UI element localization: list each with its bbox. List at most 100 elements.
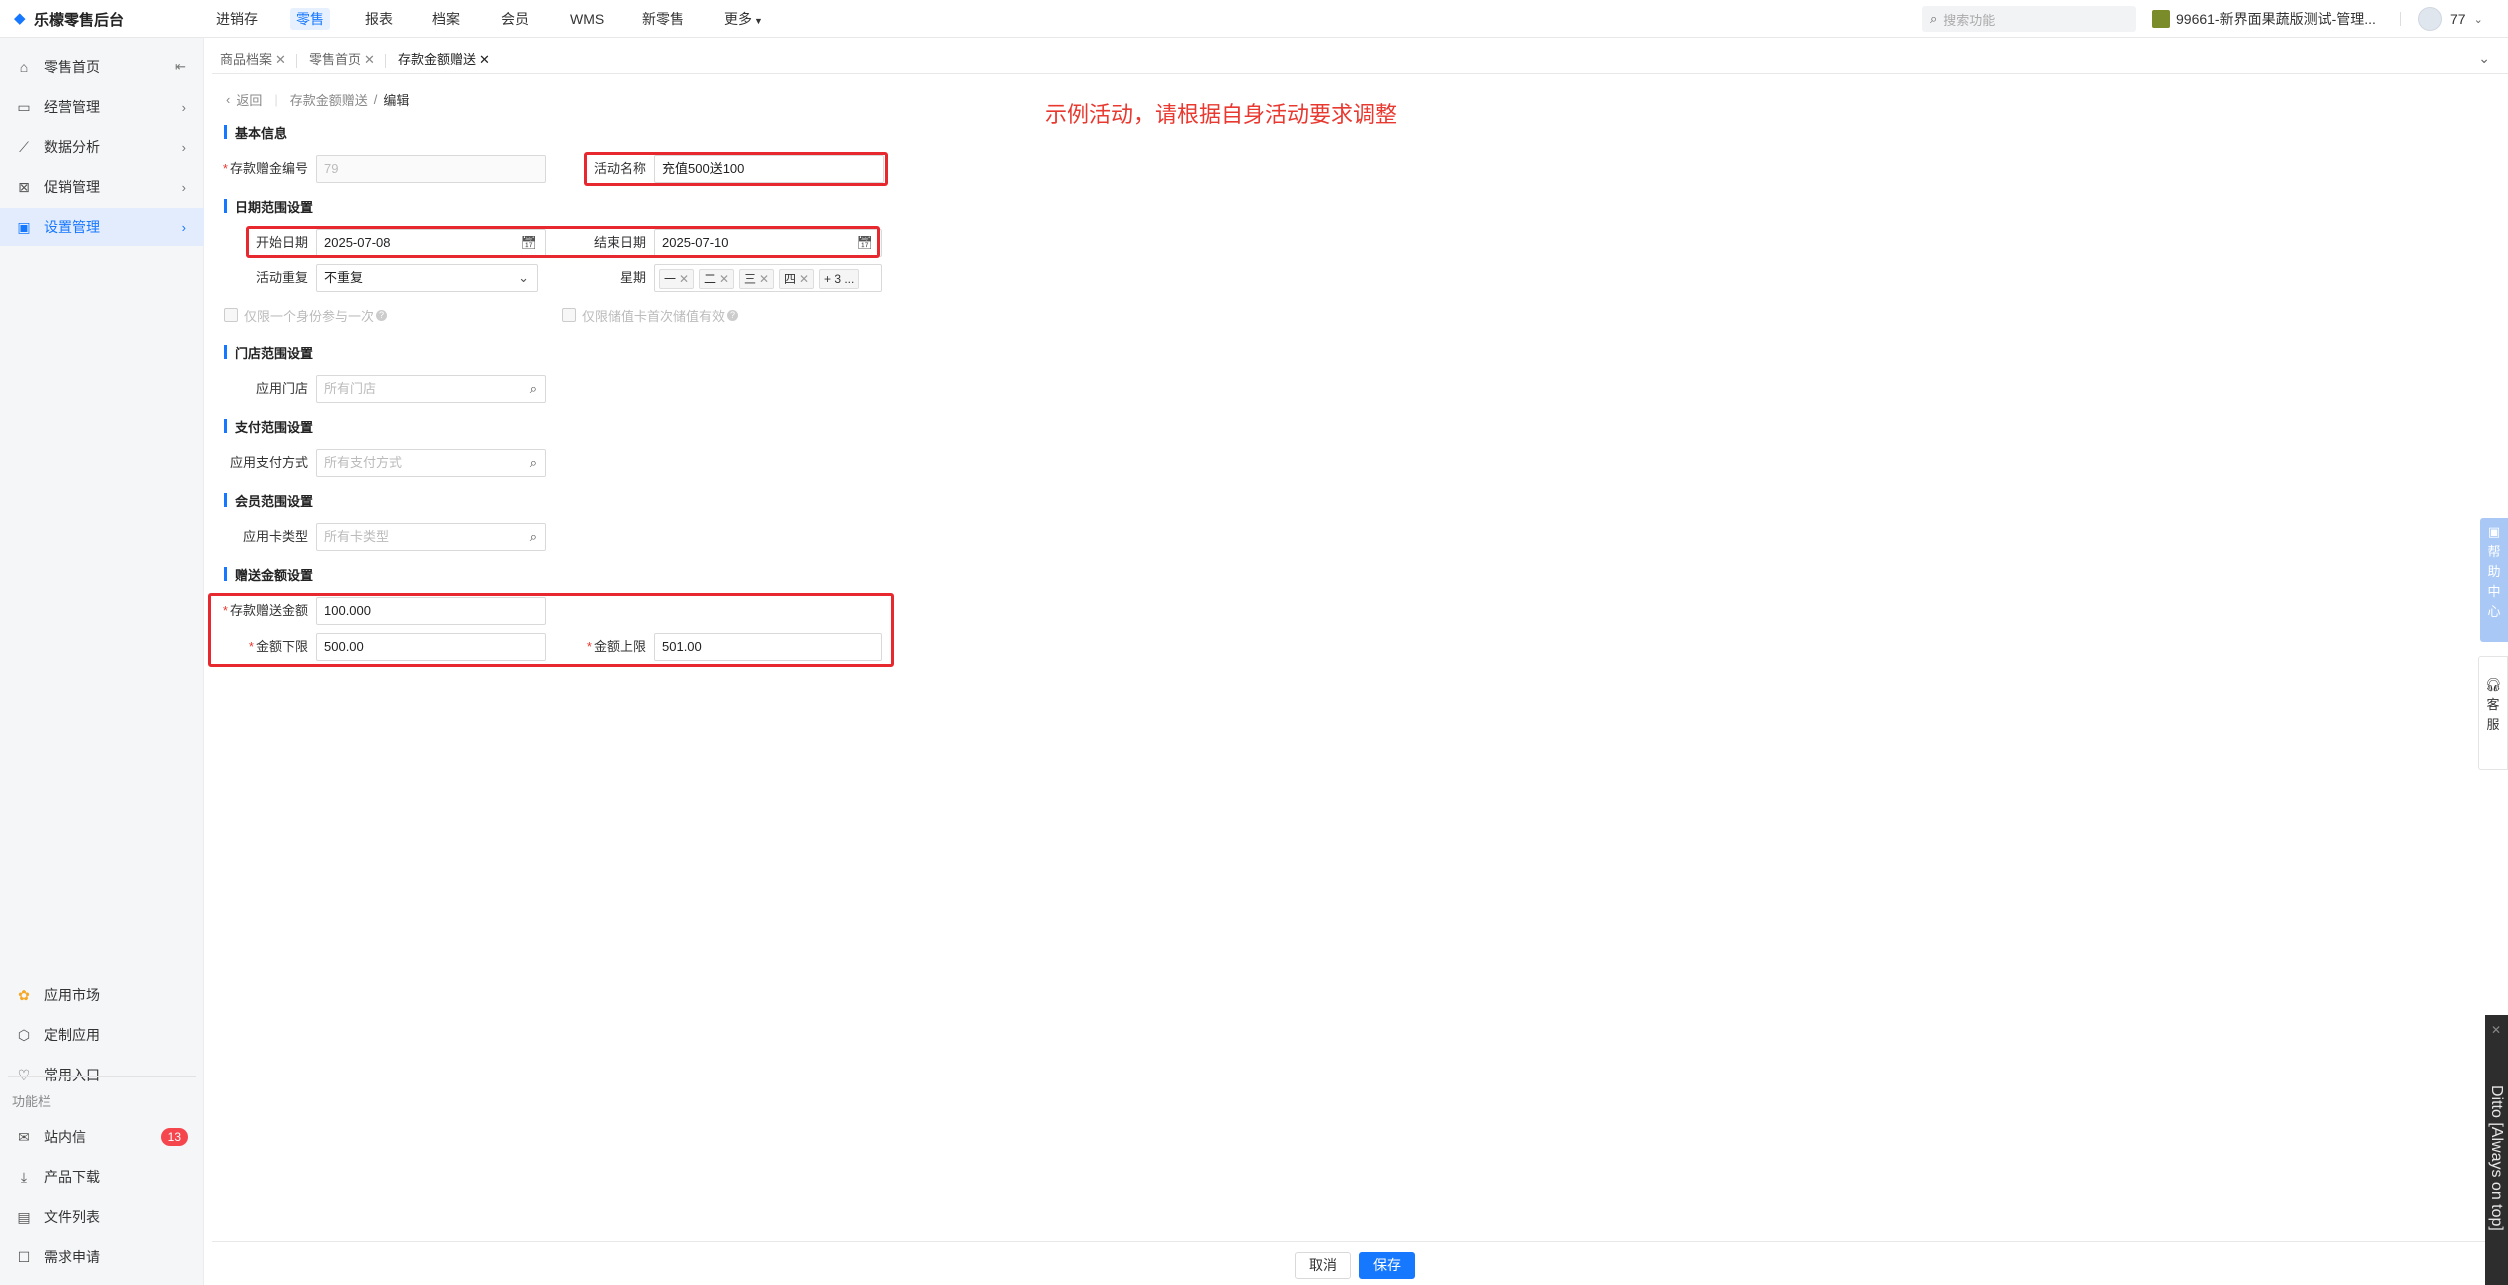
user-menu[interactable]: 77 ⌄: [2418, 7, 2483, 31]
breadcrumb: ‹ 返回 | 存款金额赠送 / 编辑: [226, 89, 409, 109]
sidebar-item-label: 产品下载: [44, 1169, 100, 1185]
download-icon: ⤓: [20, 1169, 28, 1185]
repeat-select[interactable]: 不重复 ⌄: [316, 264, 538, 292]
nav-item-jxc[interactable]: 进销存: [210, 8, 264, 30]
file-list-icon: ▤: [17, 1209, 31, 1225]
divider: [385, 54, 386, 68]
nav-item-retail[interactable]: 零售: [290, 8, 330, 30]
footer-bar: 取消 保存: [212, 1241, 2485, 1285]
nav-item-wms[interactable]: WMS: [564, 8, 610, 30]
sidebar-item-custom-app[interactable]: ⬡ 定制应用: [0, 1016, 204, 1054]
ditto-window[interactable]: ✕ Ditto [Always on top]: [2485, 1015, 2508, 1285]
app-logo[interactable]: ◆ 乐檬零售后台: [14, 9, 124, 29]
cancel-button[interactable]: 取消: [1295, 1252, 1351, 1279]
nav-item-new-retail[interactable]: 新零售: [636, 8, 690, 30]
tab-retail-home[interactable]: 零售首页 ✕: [303, 48, 381, 72]
code-field[interactable]: 79: [316, 155, 546, 183]
sidebar-item-favorites[interactable]: ♡ 常用入口: [0, 1056, 204, 1094]
checkbox-box: [224, 308, 238, 322]
func-caption: 功能栏: [12, 1094, 52, 1109]
checkbox-first-deposit[interactable]: 仅限储值卡首次储值有效 ?: [562, 306, 739, 324]
highlight-box: [208, 593, 894, 667]
sidebar-item-files[interactable]: ▤ 文件列表: [0, 1198, 204, 1236]
back-icon[interactable]: ‹: [226, 92, 230, 107]
logo-icon: ◆: [14, 10, 26, 27]
section-title-basic: 基本信息: [224, 123, 287, 141]
sidebar-item-label: 需求申请: [44, 1249, 100, 1265]
close-icon[interactable]: ✕: [364, 52, 375, 67]
app-title: 乐檬零售后台: [34, 11, 125, 29]
checkbox-label: 仅限储值卡首次储值有效: [582, 308, 726, 324]
close-icon[interactable]: ✕: [2491, 1023, 2501, 1037]
sidebar-item-operation[interactable]: ▭ 经营管理 ›: [0, 88, 204, 126]
weekday-tag: 一 ✕: [659, 269, 695, 289]
highlight-box: [584, 152, 888, 186]
sidebar-item-label: 文件列表: [44, 1209, 100, 1225]
nav-item-archive[interactable]: 档案: [426, 8, 466, 30]
help-char: 中: [2487, 584, 2501, 599]
sidebar-item-analytics[interactable]: ⟋ 数据分析 ›: [0, 128, 204, 166]
store-selector[interactable]: 99661-新界面果蔬版测试-管理...: [2152, 9, 2376, 29]
tab-product-archive[interactable]: 商品档案 ✕: [214, 48, 292, 72]
sidebar-item-label: 数据分析: [44, 139, 100, 155]
sidebar-item-label: 促销管理: [44, 179, 100, 195]
chevron-right-icon: ›: [181, 99, 186, 115]
divider: [2400, 12, 2401, 26]
section-title-pay: 支付范围设置: [224, 417, 313, 435]
breadcrumb-parent[interactable]: 存款金额赠送: [290, 90, 368, 109]
tab-deposit-gift[interactable]: 存款金额赠送 ✕: [392, 48, 496, 72]
store-icon: [2152, 10, 2170, 28]
collapse-icon[interactable]: ⇤: [175, 59, 186, 75]
checkbox-box: [562, 308, 576, 322]
sidebar-item-retail-home[interactable]: ⌂ 零售首页 ⇤: [0, 48, 204, 86]
search-icon[interactable]: ⌕: [530, 376, 537, 402]
checkbox-once-per-identity[interactable]: 仅限一个身份参与一次 ?: [224, 306, 388, 324]
search-input[interactable]: ⌕ 搜索功能: [1922, 6, 2136, 32]
sidebar-item-download[interactable]: ⤓ 产品下载: [0, 1158, 204, 1196]
close-icon[interactable]: ✕: [479, 52, 490, 67]
sidebar-item-label: 站内信: [44, 1129, 86, 1145]
sidebar-item-label: 零售首页: [44, 59, 100, 75]
store-select[interactable]: 所有门店 ⌕: [316, 375, 546, 403]
save-button[interactable]: 保存: [1359, 1252, 1415, 1279]
divider: |: [274, 91, 278, 107]
tab-label: 商品档案: [220, 52, 273, 67]
close-icon[interactable]: ✕: [719, 272, 729, 286]
store-label: 应用门店: [255, 381, 308, 396]
chevron-down-icon: ⌄: [2473, 13, 2483, 26]
section-title-member: 会员范围设置: [224, 491, 313, 509]
nav-item-member[interactable]: 会员: [495, 8, 535, 30]
tab-label: 零售首页: [309, 52, 362, 67]
promo-icon: ⊠: [18, 179, 30, 195]
search-icon[interactable]: ⌕: [530, 450, 537, 476]
home-icon: ⌂: [19, 59, 29, 75]
divider: [296, 54, 297, 68]
breadcrumb-sep: /: [373, 91, 378, 107]
service-char: 服: [2486, 717, 2500, 732]
user-name: 77: [2450, 11, 2466, 27]
close-icon[interactable]: ✕: [799, 272, 809, 286]
customer-service-tab[interactable]: 🎧︎ 客 服: [2478, 656, 2508, 770]
back-link[interactable]: 返回: [236, 90, 262, 109]
divider: [8, 1076, 196, 1077]
sidebar-item-request[interactable]: ☐ 需求申请: [0, 1238, 204, 1276]
weekday-select[interactable]: 一 ✕ 二 ✕ 三 ✕ 四 ✕ + 3 ...: [654, 264, 882, 292]
pay-placeholder: 所有支付方式: [324, 455, 403, 470]
sidebar-item-messages[interactable]: ✉ 站内信 13: [0, 1118, 204, 1156]
help-center-tab[interactable]: ▣ 帮 助 中 心: [2480, 518, 2508, 642]
sidebar-item-settings[interactable]: ▣ 设置管理 ›: [0, 208, 204, 246]
sidebar-item-promotion[interactable]: ⊠ 促销管理 ›: [0, 168, 204, 206]
close-icon[interactable]: ✕: [759, 272, 769, 286]
card-type-select[interactable]: 所有卡类型 ⌕: [316, 523, 546, 551]
nav-item-more[interactable]: 更多 ▼: [718, 8, 769, 30]
nav-item-report[interactable]: 报表: [359, 8, 399, 30]
sidebar-item-app-market[interactable]: ✿ 应用市场: [0, 976, 204, 1014]
checkbox-label: 仅限一个身份参与一次: [244, 308, 375, 324]
chevron-right-icon: ›: [181, 139, 186, 155]
chevron-down-icon[interactable]: ⌄: [2478, 50, 2490, 67]
search-icon: ⌕: [1930, 11, 1938, 26]
close-icon[interactable]: ✕: [679, 272, 689, 286]
close-icon[interactable]: ✕: [275, 52, 286, 67]
pay-select[interactable]: 所有支付方式 ⌕: [316, 449, 546, 477]
search-icon[interactable]: ⌕: [530, 524, 537, 550]
